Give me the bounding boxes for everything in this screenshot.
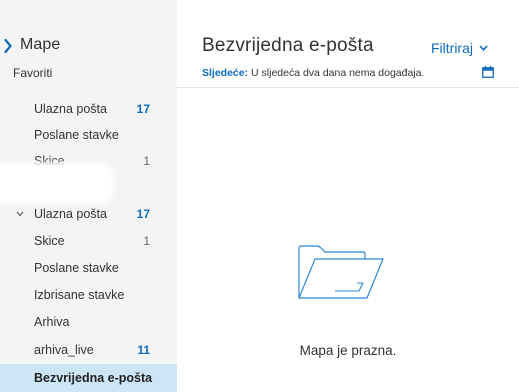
favorites-header[interactable]: Favoriti bbox=[13, 66, 52, 80]
folders-header[interactable]: Mape bbox=[0, 35, 177, 57]
item-count: 1 bbox=[143, 234, 150, 248]
folder-pane: Mape Favoriti Ulazna pošta 17 Poslane st… bbox=[0, 0, 177, 392]
account-name-redacted bbox=[0, 166, 110, 200]
folder-item-sent[interactable]: Poslane stavke bbox=[0, 255, 177, 281]
upcoming-text: U sljedeća dva dana nema događaja. bbox=[248, 67, 425, 79]
chevron-down-icon[interactable] bbox=[16, 211, 24, 217]
favorite-item-label: Poslane stavke bbox=[34, 128, 119, 142]
folder-item-drafts[interactable]: Skice 1 bbox=[0, 228, 177, 254]
unread-count: 11 bbox=[137, 343, 150, 357]
folder-item-label: Bezvrijedna e-pošta bbox=[34, 371, 153, 385]
page-title: Bezvrijedna e-pošta bbox=[202, 35, 374, 56]
folder-icon bbox=[298, 245, 384, 299]
filter-button[interactable]: Filtriraj bbox=[431, 37, 488, 59]
folder-item-label: Izbrisane stavke bbox=[34, 288, 125, 302]
folder-item-archive[interactable]: Arhiva bbox=[0, 309, 177, 335]
empty-folder-message: Mapa je prazna. bbox=[299, 343, 397, 358]
upcoming-events-banner[interactable]: Sljedeće: U sljedeća dva dana nema događ… bbox=[202, 67, 424, 79]
favorite-item-sent[interactable]: Poslane stavke bbox=[0, 122, 177, 148]
unread-count: 17 bbox=[136, 102, 150, 116]
unread-count: 17 bbox=[136, 207, 150, 221]
message-list-pane: Bezvrijedna e-pošta Filtriraj Sljedeće: … bbox=[177, 0, 519, 392]
folder-item-inbox[interactable]: Ulazna pošta 17 bbox=[0, 201, 177, 227]
calendar-icon[interactable] bbox=[482, 66, 494, 78]
folders-header-label: Mape bbox=[20, 36, 61, 53]
folder-item-deleted[interactable]: Izbrisane stavke bbox=[0, 282, 177, 308]
filter-label: Filtriraj bbox=[431, 40, 473, 56]
favorite-item-label: Ulazna pošta bbox=[34, 102, 107, 116]
folder-item-label: Skice bbox=[34, 234, 65, 248]
header-divider bbox=[177, 87, 519, 88]
item-count: 1 bbox=[143, 154, 150, 168]
folder-item-archive-live[interactable]: arhiva_live 11 bbox=[0, 337, 177, 363]
folder-item-label: Ulazna pošta bbox=[34, 207, 107, 221]
folder-item-label: Poslane stavke bbox=[34, 261, 119, 275]
chevron-down-icon bbox=[479, 45, 488, 51]
folder-item-junk[interactable]: Bezvrijedna e-pošta bbox=[0, 364, 177, 392]
chevron-icon[interactable] bbox=[4, 39, 12, 53]
upcoming-label: Sljedeće: bbox=[202, 67, 249, 79]
folder-item-label: arhiva_live bbox=[34, 343, 94, 357]
folder-item-label: Arhiva bbox=[34, 315, 70, 329]
favorite-item-inbox[interactable]: Ulazna pošta 17 bbox=[0, 96, 177, 122]
